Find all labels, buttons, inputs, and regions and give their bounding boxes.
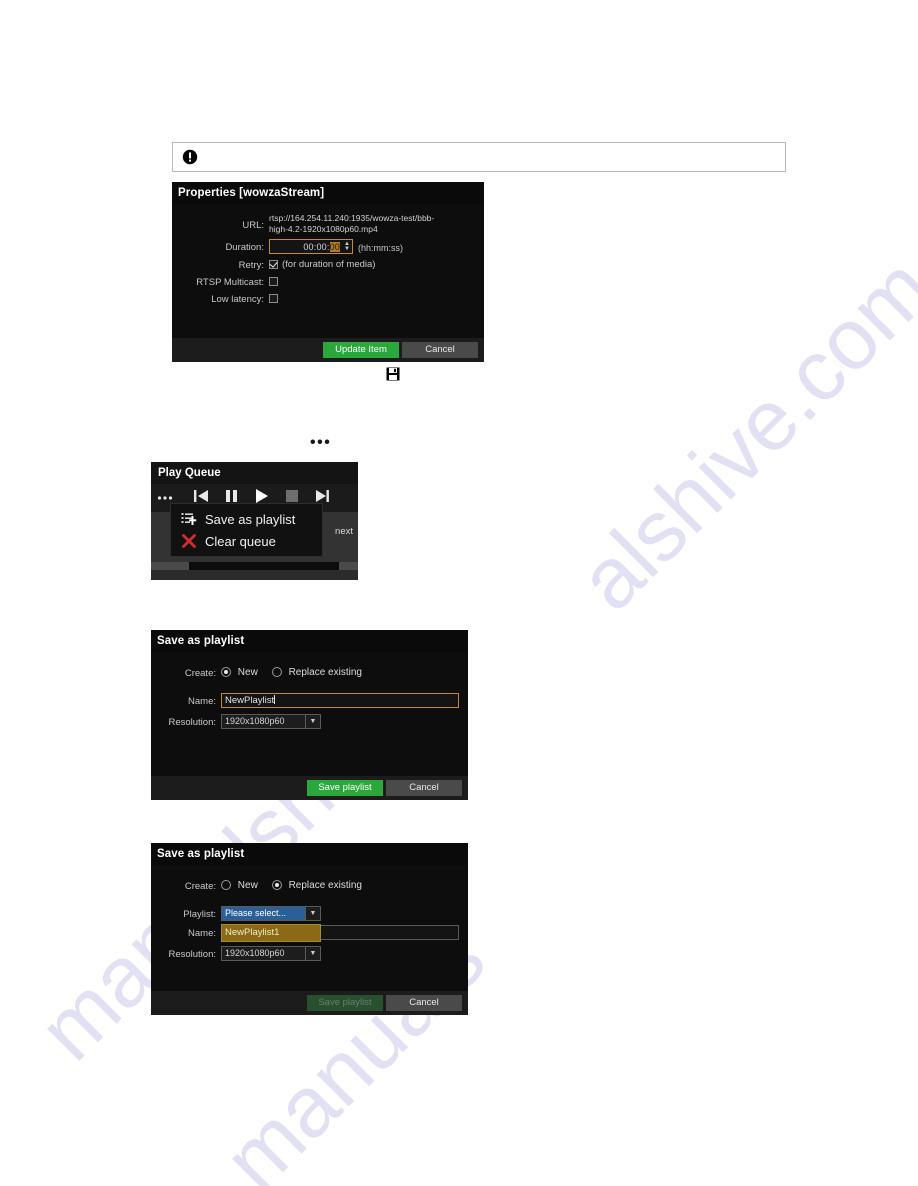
save-as-playlist-new-title: Save as playlist (151, 630, 468, 652)
watermark-text: alshive.com (560, 239, 918, 629)
context-menu-item-save-as-playlist[interactable]: Save as playlist (171, 508, 322, 530)
resolution-label: Resolution: (168, 717, 216, 728)
duration-spinner[interactable]: 00:00:00 ▲ ▼ (269, 239, 353, 254)
name-input[interactable]: NewPlaylist (221, 693, 459, 708)
radio-new-indicator[interactable] (221, 667, 231, 678)
chevron-down-icon[interactable]: ▼ (305, 907, 320, 920)
play-queue-title: Play Queue (151, 462, 358, 484)
resolution-label: Resolution: (168, 949, 216, 960)
update-item-button[interactable]: Update Item (323, 342, 399, 358)
radio-new[interactable]: New (221, 667, 258, 678)
save-playlist-cancel-button[interactable]: Cancel (386, 995, 462, 1011)
name-input-value: NewPlaylist (225, 695, 275, 706)
save-as-playlist-new-body: Create: New Replace existing Name: NewPl… (151, 652, 468, 729)
radio-replace-indicator[interactable] (271, 667, 282, 678)
save-playlist-button: Save playlist (307, 995, 383, 1011)
create-label: Create: (184, 668, 216, 679)
clear-queue-x-icon (181, 533, 197, 549)
spinner-arrows-icon[interactable]: ▲ ▼ (342, 240, 352, 253)
low-latency-row: Low latency: (172, 292, 484, 305)
create-row: Create: New Replace existing (151, 666, 468, 679)
resolution-select[interactable]: 1920x1080p60 ▼ (221, 946, 321, 961)
resolution-select-value: 1920x1080p60 (225, 948, 285, 958)
save-as-playlist-new-footer: Save playlist Cancel (151, 776, 468, 800)
url-value: rtsp://164.254.11.240:1935/wowza-test/bb… (269, 213, 435, 234)
radio-new-indicator[interactable] (221, 880, 231, 891)
radio-replace-existing[interactable]: Replace existing (271, 879, 362, 891)
radio-new-label: New (237, 666, 258, 678)
resolution-select-value: 1920x1080p60 (225, 716, 285, 726)
playlist-select[interactable]: Please select... ▼ (221, 906, 321, 921)
rtsp-multicast-checkbox[interactable] (269, 277, 278, 286)
play-queue-context-menu: Save as playlist Clear queue (170, 503, 323, 557)
name-label: Name: (188, 928, 216, 939)
name-row: Name: NewPlaylist1 (151, 924, 468, 942)
rtsp-multicast-row: RTSP Multicast: (172, 275, 484, 288)
floppy-disk-save-icon (386, 367, 400, 386)
resolution-row: Resolution: 1920x1080p60 ▼ (151, 714, 468, 729)
context-menu-item-clear-queue[interactable]: Clear queue (171, 530, 322, 552)
url-row: URL: rtsp://164.254.11.240:1935/wowza-te… (172, 213, 484, 235)
duration-label: Duration: (225, 242, 264, 253)
create-label: Create: (184, 881, 216, 892)
radio-replace-indicator[interactable] (271, 880, 282, 891)
duration-value: 00:00:00 (303, 241, 340, 252)
text-caret (274, 695, 276, 704)
ellipsis-more-icon[interactable]: ••• (310, 435, 331, 451)
name-label: Name: (188, 696, 216, 707)
url-label: URL: (242, 219, 264, 231)
resolution-select[interactable]: 1920x1080p60 ▼ (221, 714, 321, 729)
properties-dialog-footer: Update Item Cancel (172, 338, 484, 362)
save-playlist-button[interactable]: Save playlist (307, 780, 383, 796)
exclamation-icon (182, 149, 198, 165)
low-latency-checkbox[interactable] (269, 294, 278, 303)
save-as-playlist-replace-body: Create: New Replace existing Playlist: P… (151, 865, 468, 961)
chevron-down-icon[interactable]: ▼ (305, 715, 320, 728)
save-as-playlist-dialog-replace: Save as playlist Create: New Replace exi… (151, 843, 468, 1015)
resolution-row: Resolution: 1920x1080p60 ▼ (151, 946, 468, 961)
save-playlist-cancel-button[interactable]: Cancel (386, 780, 462, 796)
radio-new[interactable]: New (221, 880, 258, 891)
play-queue-scrollbar-track[interactable] (151, 562, 358, 570)
radio-replace-existing[interactable]: Replace existing (271, 666, 362, 678)
retry-row: Retry: (for duration of media) (172, 258, 484, 271)
chevron-down-icon[interactable]: ▼ (305, 947, 320, 960)
radio-replace-label: Replace existing (288, 666, 362, 678)
properties-dialog: Properties [wowzaStream] URL: rtsp://164… (172, 182, 484, 362)
save-as-playlist-replace-title: Save as playlist (151, 843, 468, 865)
save-as-playlist-dialog-new: Save as playlist Create: New Replace exi… (151, 630, 468, 800)
save-as-playlist-icon (181, 511, 197, 527)
retry-checkbox[interactable] (269, 260, 278, 269)
playlist-dropdown-open-list: NewPlaylist1 (221, 924, 321, 942)
playlist-label: Playlist: (183, 909, 216, 920)
radio-new-label: New (237, 879, 258, 891)
chevron-down-icon[interactable]: ▼ (344, 246, 350, 252)
retry-hint: (for duration of media) (282, 259, 376, 270)
properties-dialog-body: URL: rtsp://164.254.11.240:1935/wowza-te… (172, 204, 484, 305)
playlist-row: Playlist: Please select... ▼ (151, 906, 468, 921)
playlist-dropdown-option[interactable]: NewPlaylist1 (222, 925, 320, 941)
name-row: Name: NewPlaylist (151, 693, 468, 708)
note-callout (172, 142, 786, 172)
playlist-select-value: Please select... (222, 907, 305, 920)
create-row: Create: New Replace existing (151, 879, 468, 892)
play-queue-scrollbar-thumb[interactable] (189, 562, 339, 570)
context-menu-item-label: Clear queue (205, 533, 276, 549)
properties-dialog-title: Properties [wowzaStream] (172, 182, 484, 204)
save-as-playlist-replace-footer: Save playlist Cancel (151, 991, 468, 1015)
duration-format-hint: (hh:mm:ss) (358, 242, 403, 253)
context-menu-item-label: Save as playlist (205, 511, 296, 527)
radio-replace-label: Replace existing (288, 879, 362, 891)
retry-label: Retry: (238, 260, 264, 271)
low-latency-label: Low latency: (211, 294, 264, 305)
duration-row: Duration: 00:00:00 ▲ ▼ (hh:mm:ss) (172, 239, 484, 254)
rtsp-multicast-label: RTSP Multicast: (196, 277, 264, 288)
play-queue-next-label: next (335, 526, 353, 537)
properties-cancel-button[interactable]: Cancel (402, 342, 478, 358)
